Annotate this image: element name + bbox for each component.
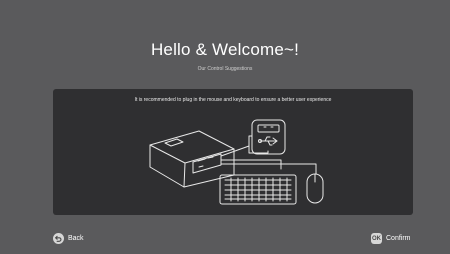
welcome-header: Hello & Welcome~! Our Control Suggestion…: [0, 40, 450, 72]
suggestion-panel: It is recommended to plug in the mouse a…: [53, 89, 413, 215]
mouse-icon: [306, 173, 324, 204]
keyboard-icon: [219, 174, 297, 205]
back-arrow-icon: [53, 233, 64, 244]
device-connection-illustration: [149, 119, 324, 205]
ok-key-icon: OK: [371, 233, 382, 244]
page-subtitle: Our Control Suggestions: [197, 66, 253, 72]
back-label: Back: [68, 235, 84, 242]
page-title: Hello & Welcome~!: [150, 40, 300, 59]
projector-icon: [149, 130, 235, 188]
confirm-button[interactable]: OK Confirm: [371, 233, 411, 244]
confirm-label: Confirm: [386, 235, 411, 242]
usb-port-icon: [251, 119, 286, 155]
back-button[interactable]: Back: [53, 233, 84, 244]
